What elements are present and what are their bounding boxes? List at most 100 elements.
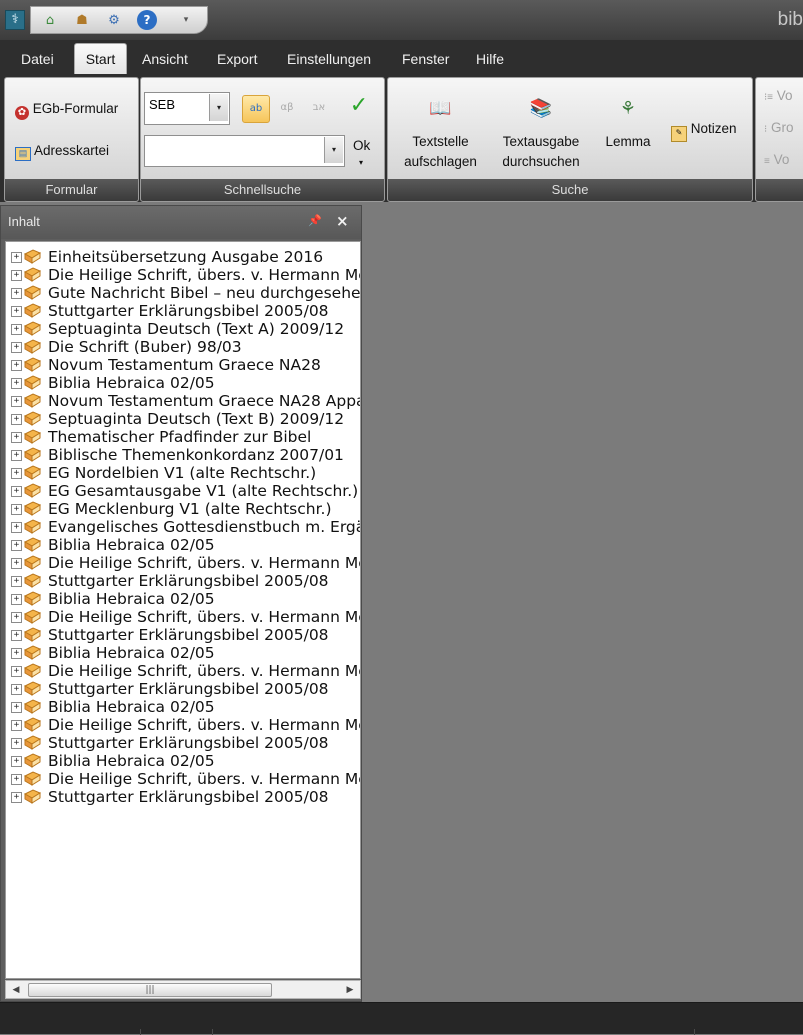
tree-item[interactable]: + EG Nordelbien V1 (alte Rechtschr.) (6, 464, 360, 482)
ok-check-icon[interactable]: ✓ (346, 93, 372, 119)
menu-export[interactable]: Export (217, 48, 257, 70)
scrollbar-thumb[interactable]: ||| (28, 983, 272, 997)
tree-item[interactable]: + Die Schrift (Buber) 98/03 (6, 338, 360, 356)
bible-select[interactable]: SEB ▾ (144, 92, 230, 125)
menu-datei[interactable]: Datei (21, 48, 54, 70)
partial-button-2[interactable]: ⁝ Gro (764, 120, 793, 135)
notizen-button[interactable]: ✎ Notizen (671, 121, 737, 142)
expand-icon[interactable]: + (11, 594, 22, 605)
menu-hilfe[interactable]: Hilfe (476, 48, 504, 70)
tree-item[interactable]: + Novum Testamentum Graece NA28 (6, 356, 360, 374)
partial-button-3[interactable]: ≡ Vo (764, 152, 789, 167)
greek-search-icon[interactable]: αβ (274, 95, 300, 121)
app-icon[interactable]: ⚕ (5, 10, 25, 30)
tree-item[interactable]: + Septuaginta Deutsch (Text A) 2009/12 (6, 320, 360, 338)
expand-icon[interactable]: + (11, 540, 22, 551)
expand-icon[interactable]: + (11, 738, 22, 749)
chevron-down-icon[interactable]: ▾ (324, 137, 343, 163)
expand-icon[interactable]: + (11, 774, 22, 785)
tree-item[interactable]: + Stuttgarter Erklärungsbibel 2005/08 (6, 788, 360, 806)
egb-formular-button[interactable]: ✿ EGb-Formular (15, 101, 118, 120)
expand-icon[interactable]: + (11, 396, 22, 407)
expand-icon[interactable]: + (11, 450, 22, 461)
tree-item[interactable]: + Stuttgarter Erklärungsbibel 2005/08 (6, 572, 360, 590)
tree-item[interactable]: + Die Heilige Schrift, übers. v. Hermann … (6, 554, 360, 572)
menu-ansicht[interactable]: Ansicht (142, 48, 188, 70)
horizontal-scrollbar[interactable]: ◀ ||| ▶ (5, 980, 361, 999)
expand-icon[interactable]: + (11, 342, 22, 353)
tree-item[interactable]: + Die Heilige Schrift, übers. v. Hermann … (6, 662, 360, 680)
tree-item[interactable]: + Thematischer Pfadfinder zur Bibel (6, 428, 360, 446)
expand-icon[interactable]: + (11, 756, 22, 767)
settings-icon[interactable]: ⚙ (105, 12, 123, 29)
tree-item[interactable]: + Stuttgarter Erklärungsbibel 2005/08 (6, 680, 360, 698)
expand-icon[interactable]: + (11, 288, 22, 299)
menu-einstellungen[interactable]: Einstellungen (287, 48, 371, 70)
expand-icon[interactable]: + (11, 432, 22, 443)
expand-icon[interactable]: + (11, 630, 22, 641)
textstelle-aufschlagen-button[interactable]: 📖 Textstelle aufschlagen (393, 96, 488, 172)
tree-item[interactable]: + EG Mecklenburg V1 (alte Rechtschr.) (6, 500, 360, 518)
expand-icon[interactable]: + (11, 306, 22, 317)
expand-icon[interactable]: + (11, 558, 22, 569)
scroll-left-icon[interactable]: ◀ (9, 983, 23, 997)
chevron-down-icon[interactable]: ▾ (209, 94, 228, 121)
tree-item[interactable]: + Die Heilige Schrift, übers. v. Hermann … (6, 770, 360, 788)
tree-item[interactable]: + Biblia Hebraica 02/05 (6, 752, 360, 770)
partial-button-1[interactable]: ⁝≡ Vo (764, 88, 793, 103)
help-icon[interactable]: ? (137, 10, 157, 30)
customize-icon[interactable]: ▾ (177, 12, 195, 29)
pin-icon[interactable]: 📌 (308, 214, 322, 230)
expand-icon[interactable]: + (11, 612, 22, 623)
expand-icon[interactable]: + (11, 504, 22, 515)
tree-item[interactable]: + Einheitsübersetzung Ausgabe 2016 (6, 248, 360, 266)
expand-icon[interactable]: + (11, 252, 22, 263)
expand-icon[interactable]: + (11, 684, 22, 695)
tree-item[interactable]: + EG Gesamtausgabe V1 (alte Rechtschr.) (6, 482, 360, 500)
menu-fenster[interactable]: Fenster (402, 48, 449, 70)
tree-item[interactable]: + Biblische Themenkonkordanz 2007/01 (6, 446, 360, 464)
expand-icon[interactable]: + (11, 702, 22, 713)
tree-item[interactable]: + Biblia Hebraica 02/05 (6, 374, 360, 392)
expand-icon[interactable]: + (11, 486, 22, 497)
expand-icon[interactable]: + (11, 270, 22, 281)
ok-button[interactable]: Ok (353, 138, 370, 153)
expand-icon[interactable]: + (11, 792, 22, 803)
tree-item[interactable]: + Die Heilige Schrift, übers. v. Hermann … (6, 608, 360, 626)
expand-icon[interactable]: + (11, 648, 22, 659)
expand-icon[interactable]: + (11, 378, 22, 389)
tree-item[interactable]: + Die Heilige Schrift, übers. v. Hermann … (6, 266, 360, 284)
tree-item[interactable]: + Biblia Hebraica 02/05 (6, 536, 360, 554)
tree-item[interactable]: + Evangelisches Gottesdienstbuch m. Ergän (6, 518, 360, 536)
tree-item[interactable]: + Stuttgarter Erklärungsbibel 2005/08 (6, 734, 360, 752)
tree-item[interactable]: + Stuttgarter Erklärungsbibel 2005/08 (6, 302, 360, 320)
hebrew-search-icon[interactable]: אב (306, 95, 332, 121)
menu-start[interactable]: Start (74, 43, 127, 75)
lemma-button[interactable]: ⚘ Lemma (596, 96, 660, 152)
expand-icon[interactable]: + (11, 360, 22, 371)
expand-icon[interactable]: + (11, 666, 22, 677)
tree-item[interactable]: + Biblia Hebraica 02/05 (6, 644, 360, 662)
tree-item[interactable]: + Gute Nachricht Bibel – neu durchgesehe (6, 284, 360, 302)
tree-item[interactable]: + Biblia Hebraica 02/05 (6, 698, 360, 716)
quick-search-input[interactable]: ▾ (144, 135, 345, 167)
home-icon[interactable]: ⌂ (41, 12, 59, 29)
user-home-icon[interactable]: ☗ (73, 12, 91, 29)
expand-icon[interactable]: + (11, 522, 22, 533)
text-search-toggle-icon[interactable]: ab (242, 95, 270, 123)
tree-item[interactable]: + Stuttgarter Erklärungsbibel 2005/08 (6, 626, 360, 644)
tree-item[interactable]: + Septuaginta Deutsch (Text B) 2009/12 (6, 410, 360, 428)
close-icon[interactable]: × (336, 212, 352, 230)
scroll-right-icon[interactable]: ▶ (343, 983, 357, 997)
expand-icon[interactable]: + (11, 324, 22, 335)
tree-item[interactable]: + Biblia Hebraica 02/05 (6, 590, 360, 608)
expand-icon[interactable]: + (11, 468, 22, 479)
expand-icon[interactable]: + (11, 414, 22, 425)
expand-icon[interactable]: + (11, 576, 22, 587)
ok-dropdown-icon[interactable]: ▾ (359, 158, 363, 167)
textausgabe-durchsuchen-button[interactable]: 📚 Textausgabe durchsuchen (491, 96, 591, 172)
adresskartei-button[interactable]: ▤ Adresskartei (15, 143, 109, 161)
expand-icon[interactable]: + (11, 720, 22, 731)
tree-item[interactable]: + Die Heilige Schrift, übers. v. Hermann … (6, 716, 360, 734)
tree-item[interactable]: + Novum Testamentum Graece NA28 Appa (6, 392, 360, 410)
